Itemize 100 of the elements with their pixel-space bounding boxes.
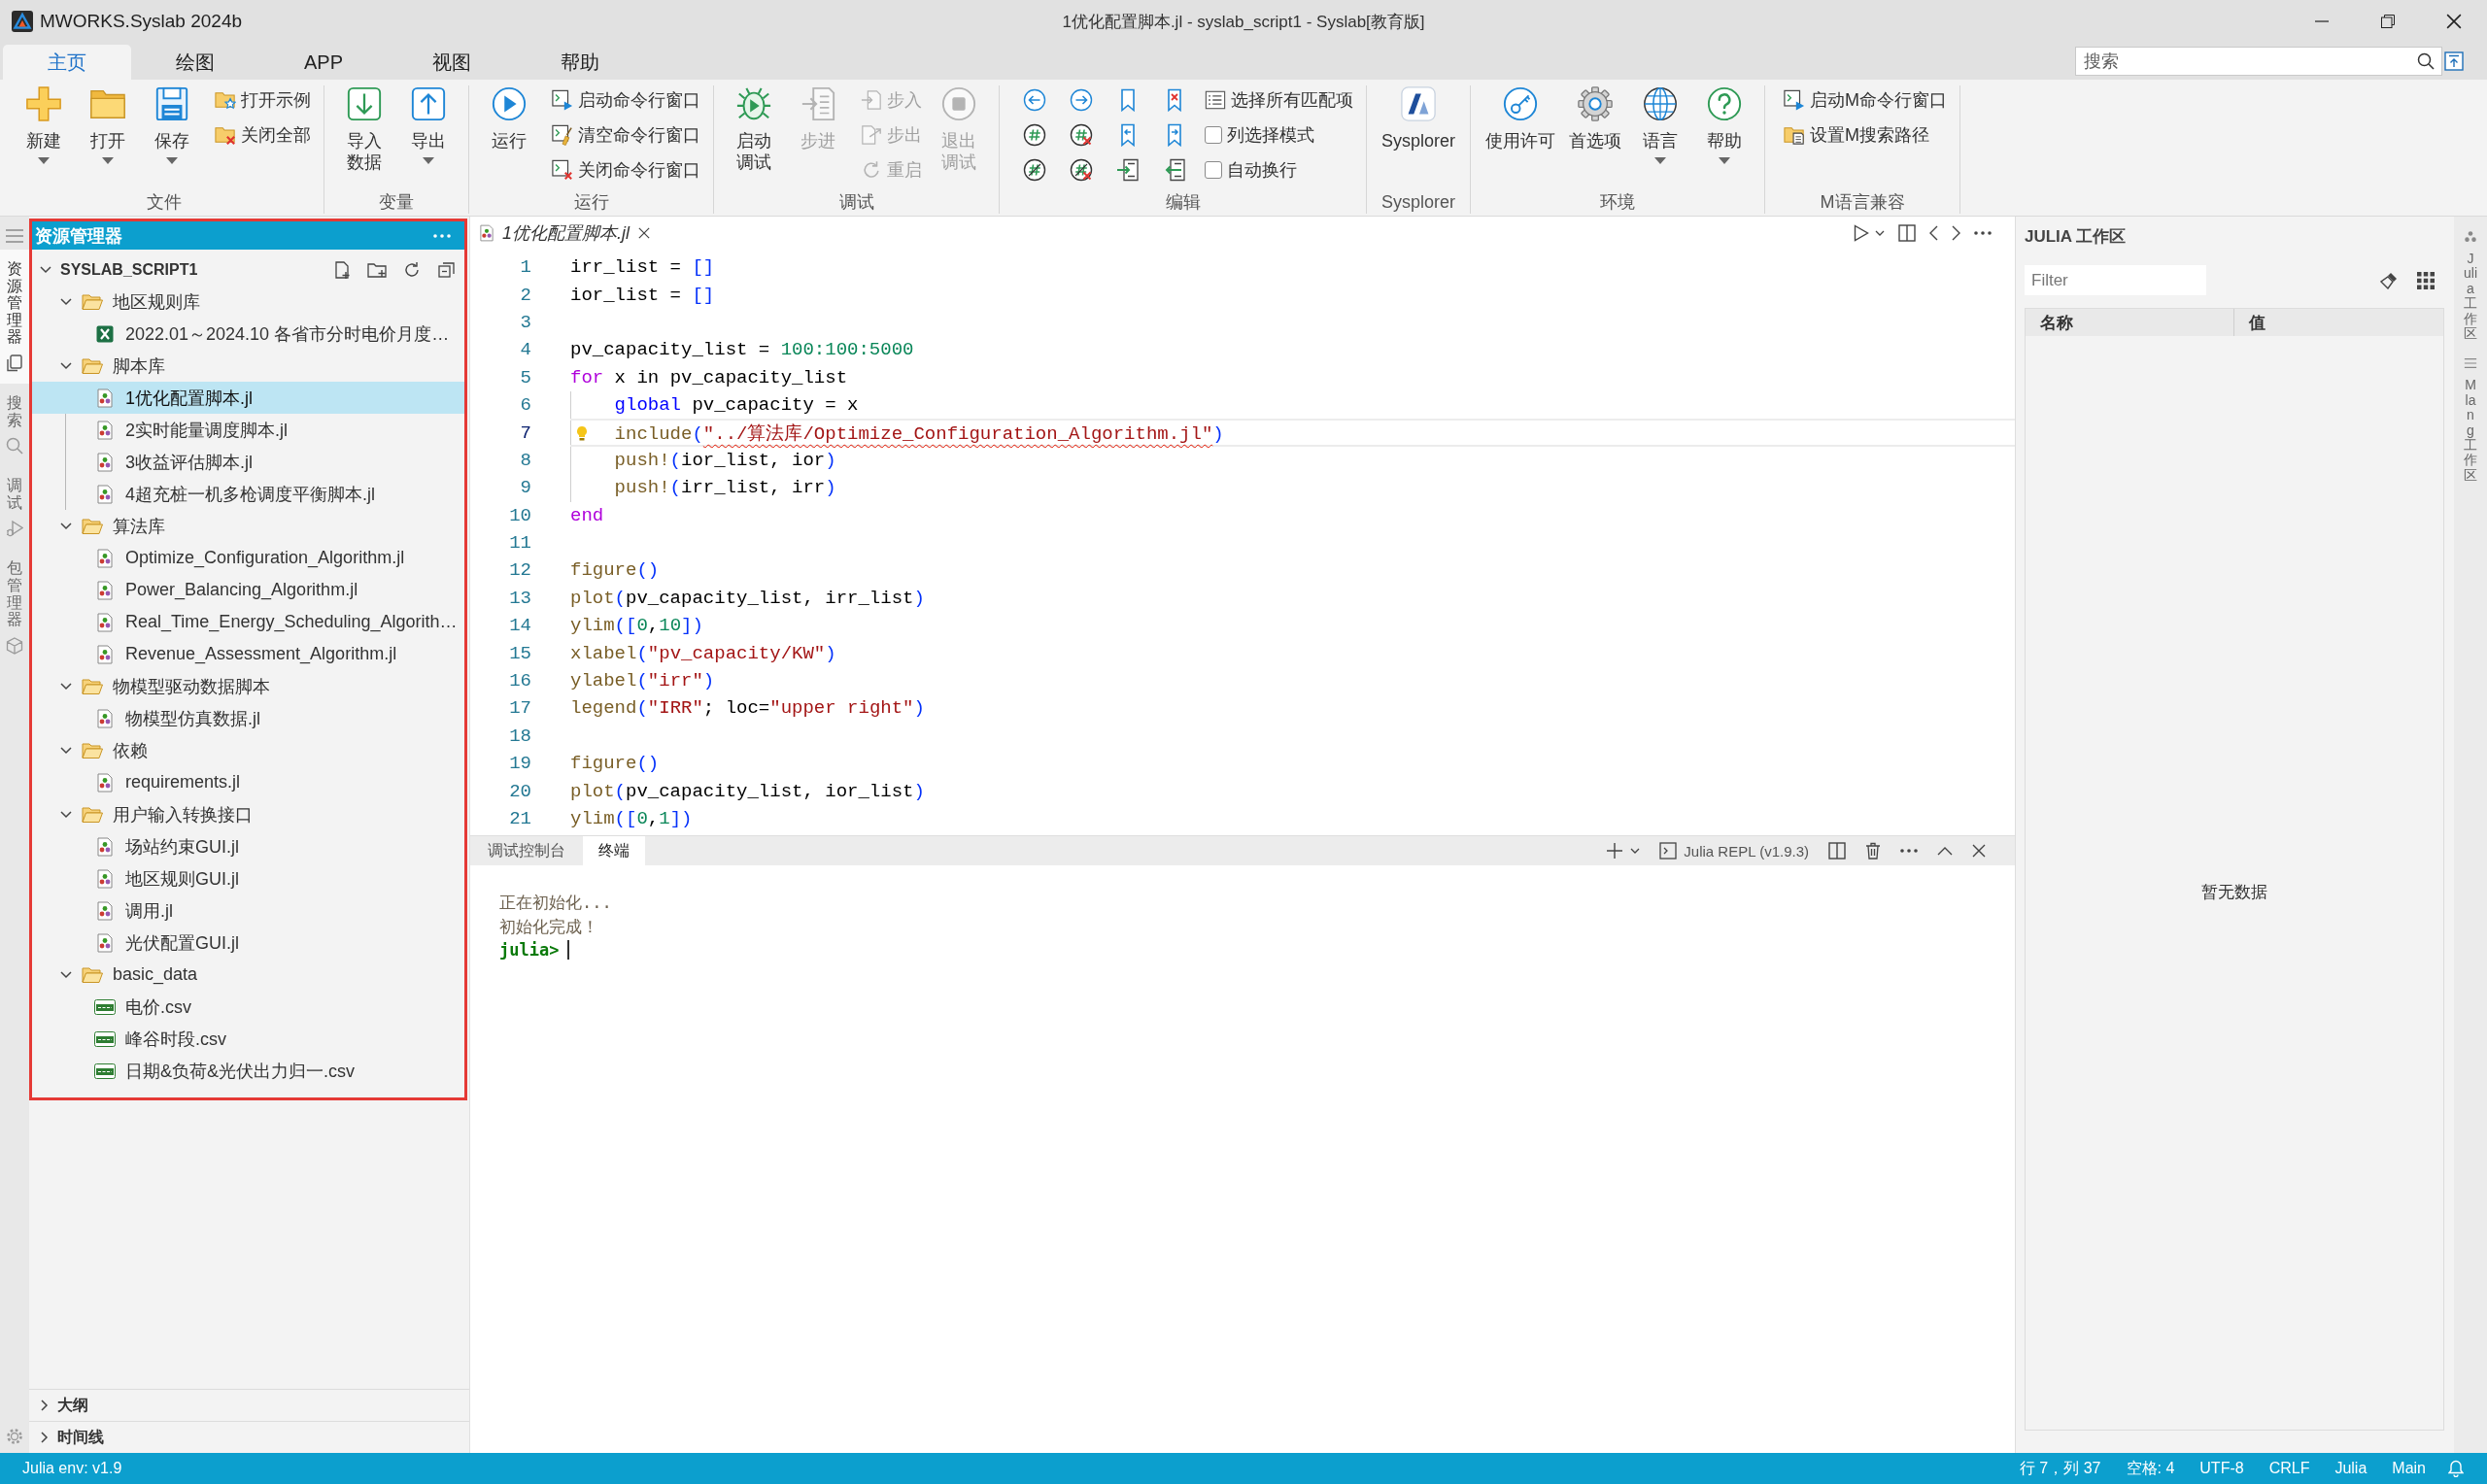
grid-icon[interactable] <box>2417 271 2435 289</box>
eraser-icon[interactable] <box>2380 271 2398 289</box>
tree-item[interactable]: 2022.01～2024.10 各省市分时电价月度… <box>32 318 464 350</box>
more-icon[interactable] <box>1974 231 1992 235</box>
refresh-icon[interactable] <box>402 259 422 280</box>
tree-item[interactable]: 算法库 <box>32 510 464 542</box>
tree-item[interactable]: 地区规则库 <box>32 286 464 318</box>
arrow-right-icon[interactable] <box>1070 88 1093 112</box>
tree-item[interactable]: Revenue_Assessment_Algorithm.jl <box>32 638 464 670</box>
tree-item[interactable]: 3收益评估脚本.jl <box>32 446 464 478</box>
tree-item[interactable]: 日期&负荷&光伏出力归一.csv <box>32 1055 464 1087</box>
arrow-box-icon[interactable] <box>2444 51 2464 71</box>
ribbon-button[interactable]: 帮助 <box>1694 85 1755 164</box>
hash-x-icon[interactable] <box>1070 123 1093 147</box>
ribbon-button[interactable]: 选择所有匹配项 <box>1202 83 1356 118</box>
ribbon-button[interactable]: 首选项 <box>1564 85 1627 152</box>
ribbon-button[interactable]: 导出 <box>398 85 459 164</box>
panel-tab[interactable]: 调试控制台 <box>478 836 575 865</box>
ribbon-button[interactable]: 语言 <box>1630 85 1691 164</box>
tree-item[interactable]: Power_Balancing_Algorithm.jl <box>32 574 464 606</box>
filter-field[interactable]: Filter <box>2025 265 2206 295</box>
hash-slash-icon[interactable] <box>1023 158 1046 182</box>
checkbox[interactable] <box>1205 126 1222 144</box>
run-icon[interactable] <box>1854 224 1869 242</box>
ribbon-button[interactable]: 清空命令行窗口 <box>549 118 703 152</box>
search-field[interactable]: 搜索 <box>2075 47 2442 76</box>
tree-item[interactable]: 4超充桩一机多枪调度平衡脚本.jl <box>32 478 464 510</box>
ribbon-button[interactable]: 关闭全部 <box>212 118 314 152</box>
section-header[interactable]: 大纲 <box>29 1389 469 1421</box>
code-line: ylim([0,1]) <box>570 808 693 829</box>
chevron-up-icon[interactable] <box>1937 846 1953 856</box>
collapse-all-icon[interactable] <box>437 259 457 280</box>
tree-item[interactable]: Optimize_Configuration_Algorithm.jl <box>32 542 464 574</box>
ribbon-button[interactable]: 新建 <box>14 85 74 164</box>
lightbulb-icon[interactable] <box>576 424 588 441</box>
ribbon-button[interactable]: 打开 <box>78 85 138 164</box>
ribbon-tab[interactable]: APP <box>259 45 388 80</box>
caret-icon[interactable] <box>1875 230 1885 236</box>
chevron-right-icon[interactable] <box>1952 225 1960 241</box>
terminal-name[interactable]: Julia REPL (v1.9.3) <box>1684 842 1809 860</box>
document-in-arrow-icon[interactable] <box>1116 158 1140 182</box>
hash-slash-x-icon[interactable] <box>1070 158 1093 182</box>
plus-icon[interactable] <box>1607 843 1623 859</box>
ribbon-button[interactable]: 启动命令行窗口 <box>549 83 703 118</box>
tree-item[interactable]: 脚本库 <box>32 350 464 382</box>
ribbon-button[interactable]: 打开示例 <box>212 83 314 118</box>
tree-item[interactable]: 调用.jl <box>32 894 464 927</box>
hash-icon[interactable] <box>1023 123 1046 147</box>
tree-item[interactable]: 物模型仿真数据.jl <box>32 702 464 734</box>
ribbon-button[interactable]: 关闭命令行窗口 <box>549 152 703 187</box>
caret-icon[interactable] <box>1630 848 1641 854</box>
close-icon[interactable] <box>1972 844 1986 858</box>
more-icon[interactable] <box>1900 849 1918 853</box>
tree-item[interactable]: 1优化配置脚本.jl <box>32 382 464 414</box>
ribbon-button[interactable]: 导入 数据 <box>334 85 394 173</box>
ribbon-tab[interactable]: 帮助 <box>516 45 644 80</box>
panel-tab[interactable]: 终端 <box>583 836 645 865</box>
tree-item[interactable]: 物模型驱动数据脚本 <box>32 670 464 702</box>
close-icon[interactable] <box>638 227 650 239</box>
ribbon-button[interactable]: 保存 <box>142 85 202 164</box>
ribbon-button[interactable]: 设置M搜索路径 <box>1781 118 1951 152</box>
tree-item[interactable]: requirements.jl <box>32 766 464 798</box>
close-icon[interactable] <box>2446 14 2462 29</box>
ribbon-tab[interactable]: 绘图 <box>131 45 259 80</box>
column-header[interactable]: 值 <box>2233 309 2266 336</box>
arrow-left-icon[interactable] <box>1023 88 1046 112</box>
tree-item[interactable]: 依赖 <box>32 734 464 766</box>
checkbox[interactable] <box>1205 161 1222 179</box>
activity-tab[interactable]: 搜索 <box>0 383 29 467</box>
restore-icon[interactable] <box>2381 15 2395 28</box>
tree-item[interactable]: 场站约束GUI.jl <box>32 830 464 862</box>
tree-root[interactable]: SYSLAB_SCRIPT1 <box>36 260 198 279</box>
ribbon-tab[interactable]: 主页 <box>3 45 131 80</box>
tree-item[interactable]: 光伏配置GUI.jl <box>32 927 464 959</box>
tree-item[interactable]: basic_data <box>32 959 464 991</box>
column-header[interactable]: 名称 <box>2026 309 2233 336</box>
tree-item[interactable]: 地区规则GUI.jl <box>32 862 464 894</box>
trash-icon[interactable] <box>1865 842 1881 860</box>
activity-tab[interactable]: Julia 工作区 <box>2464 230 2477 342</box>
ribbon-button[interactable]: 启动 调试 <box>724 85 784 173</box>
activity-tab[interactable]: Mlang 工作区 <box>2464 356 2477 484</box>
ribbon-button[interactable]: 启动M命令行窗口 <box>1781 83 1951 118</box>
split-panel-icon[interactable] <box>1828 842 1846 860</box>
ribbon-button[interactable]: 使用许可 <box>1481 85 1561 152</box>
activity-tab[interactable]: 资源管理器 <box>0 250 29 384</box>
ribbon-button[interactable]: 运行 <box>479 85 539 152</box>
tree-item[interactable]: 电价.csv <box>32 991 464 1023</box>
chevron-left-icon[interactable] <box>1929 225 1938 241</box>
activity-tab[interactable]: 包管理器 <box>0 549 29 666</box>
tree-item[interactable]: Real_Time_Energy_Scheduling_Algorith… <box>32 606 464 638</box>
bell-icon[interactable] <box>2448 1460 2464 1477</box>
tree-item[interactable]: 峰谷时段.csv <box>32 1023 464 1055</box>
ribbon-tab[interactable]: 视图 <box>388 45 516 80</box>
tree-item[interactable]: 用户输入转换接口 <box>32 798 464 830</box>
new-file-icon[interactable] <box>332 259 352 280</box>
document-out-arrow-icon[interactable] <box>1163 158 1186 182</box>
split-editor-icon[interactable] <box>1898 224 1916 242</box>
ribbon-button[interactable]: Sysplorer <box>1377 85 1461 152</box>
activity-tab[interactable]: 调试 <box>0 466 29 550</box>
tree-item[interactable]: 2实时能量调度脚本.jl <box>32 414 464 446</box>
